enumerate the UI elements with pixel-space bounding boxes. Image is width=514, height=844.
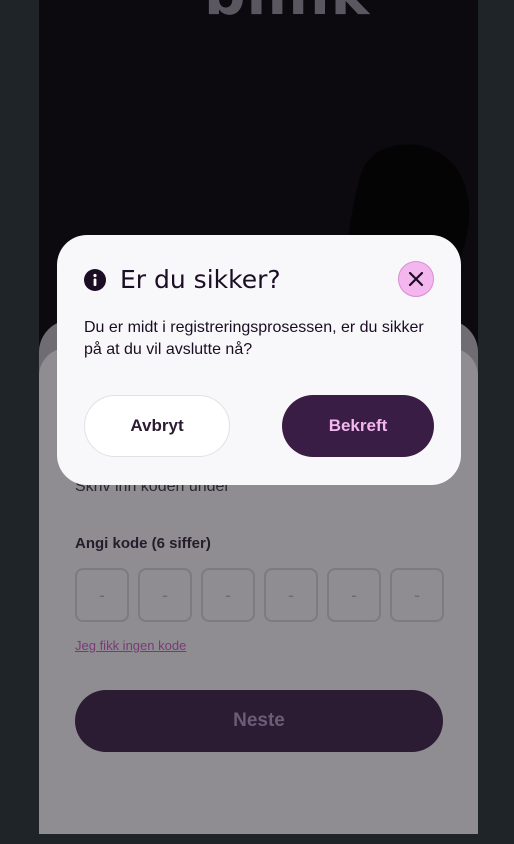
info-icon: [84, 269, 106, 291]
close-icon: [408, 271, 424, 287]
dialog-title: Er du sikker?: [120, 265, 281, 294]
confirm-button[interactable]: Bekreft: [282, 395, 434, 457]
dialog-body: Du er midt i registreringsprosessen, er …: [84, 319, 424, 358]
close-button[interactable]: [398, 261, 434, 297]
confirm-dialog: Er du sikker? Du er midt i registrerings…: [57, 235, 461, 485]
cancel-button[interactable]: Avbryt: [84, 395, 230, 457]
